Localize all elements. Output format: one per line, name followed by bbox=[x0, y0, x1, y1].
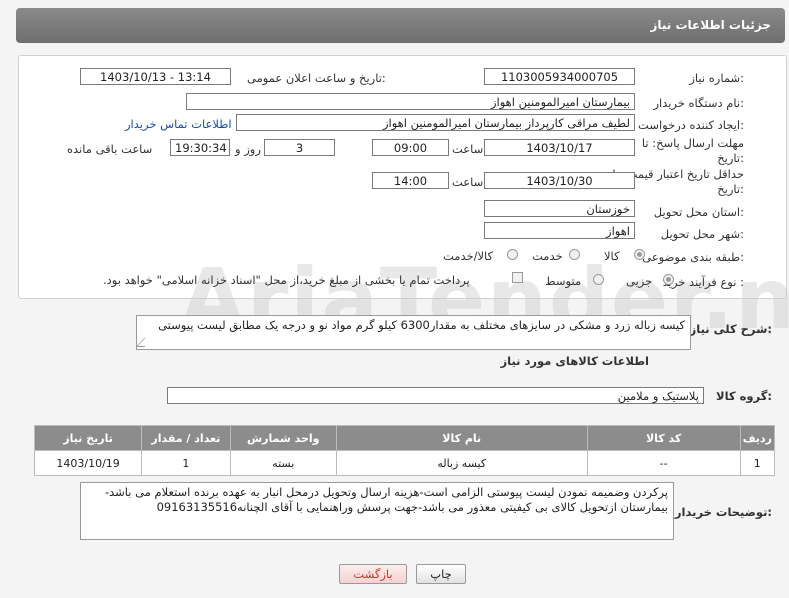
validity-label-line2: تاریخ: bbox=[717, 182, 744, 196]
col-goods-name: نام کالا bbox=[335, 425, 588, 451]
goods-section-title: اطلاعات کالاهای مورد نیاز bbox=[500, 354, 649, 368]
cell-row-number: 1 bbox=[739, 450, 776, 476]
category-label: طبقه بندی موضوعی: bbox=[642, 250, 744, 264]
print-button[interactable]: چاپ bbox=[416, 564, 466, 584]
requester-label: ایجاد کننده درخواست: bbox=[638, 118, 744, 132]
cell-unit: بسته bbox=[229, 450, 337, 476]
process-radio-medium[interactable] bbox=[593, 274, 604, 285]
col-need-date: تاریخ نیاز bbox=[33, 425, 143, 451]
days-remaining-field[interactable]: 3 bbox=[264, 139, 335, 156]
days-label: روز و bbox=[235, 142, 261, 156]
description-textarea[interactable]: کیسه زباله زرد و مشکی در سایزهای مختلف ب… bbox=[136, 315, 691, 350]
cell-need-date: 1403/10/19 bbox=[33, 450, 143, 476]
buyer-org-label: نام دستگاه خریدار: bbox=[653, 96, 744, 110]
validity-date-field[interactable]: 1403/10/30 bbox=[484, 172, 635, 189]
col-row-number: ردیف bbox=[739, 425, 776, 451]
col-goods-code: کد کالا bbox=[586, 425, 741, 451]
announce-datetime-label: تاریخ و ساعت اعلان عمومی: bbox=[247, 71, 386, 85]
process-type-label: نوع فرآیند خرید : bbox=[662, 275, 744, 289]
page-header: جزئیات اطلاعات نیاز bbox=[16, 8, 785, 43]
category-option-both: کالا/خدمت bbox=[443, 249, 494, 263]
validity-time-field[interactable]: 14:00 bbox=[372, 172, 449, 189]
city-field[interactable]: اهواز bbox=[484, 222, 635, 239]
need-number-field[interactable]: 1103005934000705 bbox=[484, 68, 635, 85]
deadline-time-field[interactable]: 09:00 bbox=[372, 139, 449, 156]
province-label: استان محل تحویل: bbox=[653, 205, 744, 219]
remaining-time-field[interactable]: 19:30:34 bbox=[170, 139, 230, 156]
treasury-payment-note: پرداخت تمام یا بخشی از مبلغ خرید،از محل … bbox=[103, 273, 470, 287]
buyer-org-field[interactable]: بیمارستان امیرالمومنین اهواز bbox=[186, 93, 635, 110]
validity-time-label: ساعت bbox=[452, 175, 484, 189]
announce-datetime-field[interactable]: 1403/10/13 - 13:14 bbox=[80, 68, 231, 85]
deadline-label-line1: مهلت ارسال پاسخ: تا bbox=[641, 136, 744, 150]
cell-goods-name: کیسه زباله bbox=[335, 450, 588, 476]
goods-group-label: گروه کالا: bbox=[716, 389, 772, 403]
process-radio-minor[interactable] bbox=[663, 274, 674, 285]
process-option-minor: جزیی bbox=[626, 274, 653, 288]
category-radio-both[interactable] bbox=[507, 249, 518, 260]
deadline-label-line2: تاریخ: bbox=[717, 151, 744, 165]
goods-table-header: تاریخ نیاز تعداد / مقدار واحد شمارش نام … bbox=[33, 425, 776, 451]
remaining-time-label: ساعت باقی مانده bbox=[67, 142, 153, 156]
buyer-notes-textarea[interactable]: پرکردن وضمیمه نمودن لیست پیوستی الزامی ا… bbox=[80, 482, 674, 540]
col-quantity: تعداد / مقدار bbox=[141, 425, 231, 451]
province-field[interactable]: خوزستان bbox=[484, 200, 635, 217]
goods-group-field[interactable]: پلاستیک و ملامین bbox=[167, 387, 704, 404]
goods-table: تاریخ نیاز تعداد / مقدار واحد شمارش نام … bbox=[33, 425, 776, 476]
table-row[interactable]: 1403/10/19 1 بسته کیسه زباله -- 1 bbox=[33, 450, 776, 476]
description-text: کیسه زباله زرد و مشکی در سایزهای مختلف ب… bbox=[158, 318, 685, 332]
description-label: شرح کلی نیاز: bbox=[689, 322, 772, 336]
category-option-service: خدمت bbox=[532, 249, 563, 263]
deadline-time-label: ساعت bbox=[452, 142, 484, 156]
category-radio-service[interactable] bbox=[569, 249, 580, 260]
buyer-notes-text: پرکردن وضمیمه نمودن لیست پیوستی الزامی ا… bbox=[104, 485, 668, 514]
buyer-notes-label: توضیحات خریدار: bbox=[674, 505, 772, 519]
deadline-date-field[interactable]: 1403/10/17 bbox=[484, 139, 635, 156]
city-label: شهر محل تحویل: bbox=[660, 227, 744, 241]
col-unit: واحد شمارش bbox=[229, 425, 337, 451]
category-radio-goods[interactable] bbox=[634, 249, 645, 260]
category-option-goods: کالا bbox=[604, 249, 620, 263]
page-title: جزئیات اطلاعات نیاز bbox=[650, 18, 771, 32]
requester-field[interactable]: لطیف مراقی کارپرداز بیمارستان امیرالمومن… bbox=[236, 114, 635, 131]
cell-quantity: 1 bbox=[141, 450, 231, 476]
buyer-contact-link[interactable]: اطلاعات تماس خریدار bbox=[125, 117, 232, 131]
cell-goods-code: -- bbox=[586, 450, 741, 476]
back-button[interactable]: بازگشت bbox=[339, 564, 407, 584]
process-option-medium: متوسط bbox=[545, 274, 582, 288]
need-number-label: شماره نیاز: bbox=[689, 71, 744, 85]
treasury-payment-checkbox[interactable] bbox=[512, 272, 523, 283]
